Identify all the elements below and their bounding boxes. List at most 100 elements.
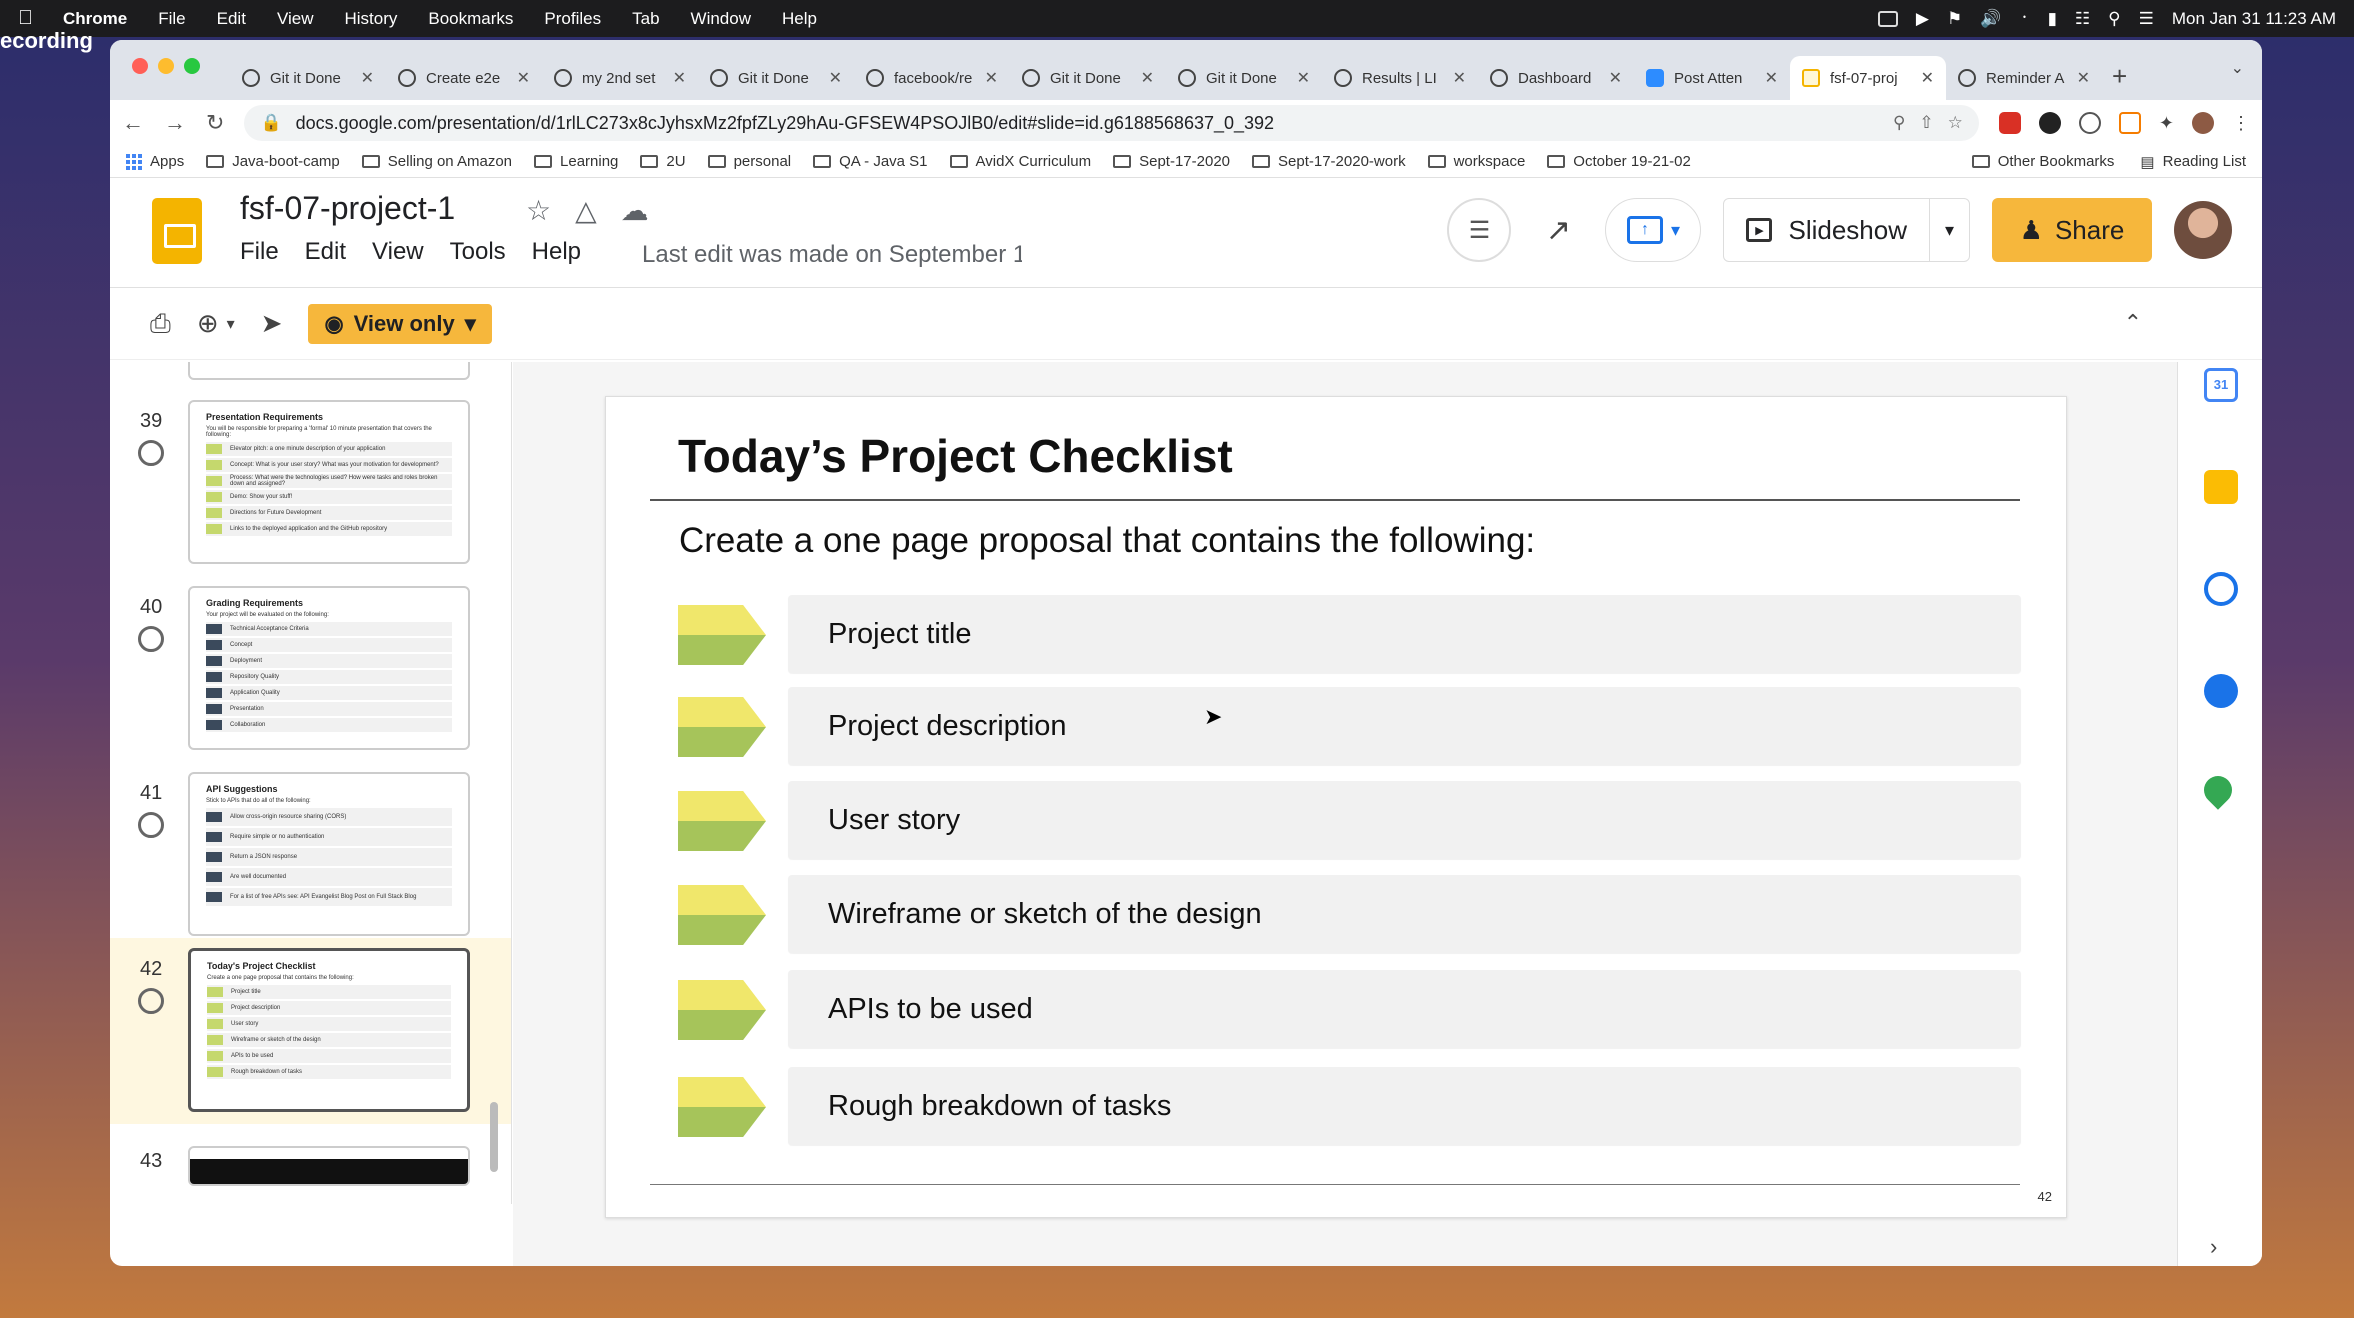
spotlight-icon[interactable]: ⚲ bbox=[2108, 9, 2120, 29]
slides-logo-icon[interactable] bbox=[152, 198, 202, 264]
menu-edit[interactable]: Edit bbox=[217, 9, 246, 29]
browser-tab[interactable]: Git it Done ✕ bbox=[1010, 56, 1166, 100]
close-tab-icon[interactable]: ✕ bbox=[1297, 68, 1310, 88]
current-slide[interactable]: Today’s Project Checklist Create a one p… bbox=[605, 396, 2067, 1218]
extension-icon[interactable] bbox=[1998, 112, 2021, 134]
menu-history[interactable]: History bbox=[344, 9, 397, 29]
slide-thumbnail[interactable]: Today's Project Checklist Create a one p… bbox=[188, 948, 470, 1112]
flag-icon[interactable]: ⚑ bbox=[1947, 9, 1962, 29]
battery-icon[interactable]: ▮ bbox=[2048, 9, 2057, 29]
profile-avatar[interactable] bbox=[2192, 112, 2214, 134]
account-avatar[interactable] bbox=[2174, 201, 2232, 259]
browser-tab[interactable]: Git it Done ✕ bbox=[1166, 56, 1322, 100]
browser-tab[interactable]: my 2nd set ✕ bbox=[542, 56, 698, 100]
menu-help[interactable]: Help bbox=[782, 9, 817, 29]
menu-window[interactable]: Window bbox=[691, 9, 751, 29]
star-icon[interactable]: ☆ bbox=[526, 194, 551, 227]
share-button[interactable]: ♟ Share bbox=[1992, 198, 2152, 262]
filmstrip-slide-42-selected[interactable]: 42 Today's Project Checklist Create a on… bbox=[110, 938, 511, 1124]
forward-icon[interactable]: → bbox=[164, 110, 186, 136]
bookmark-folder[interactable]: Selling on Amazon bbox=[361, 153, 512, 170]
slide-thumbnail[interactable]: API Suggestions Stick to APIs that do al… bbox=[188, 772, 470, 936]
extension-icon[interactable] bbox=[2078, 112, 2101, 134]
browser-tab[interactable]: Results | LI ✕ bbox=[1322, 56, 1478, 100]
screen-icon[interactable] bbox=[1877, 10, 1898, 27]
doc-menu-help[interactable]: Help bbox=[532, 238, 581, 266]
menu-profiles[interactable]: Profiles bbox=[544, 9, 601, 29]
bookmark-folder[interactable]: Sept-17-2020 bbox=[1113, 153, 1230, 170]
bluetooth-icon[interactable]: ᛫ bbox=[2019, 9, 2029, 29]
menu-file[interactable]: File bbox=[158, 9, 185, 29]
bookmark-folder[interactable]: QA - Java S1 bbox=[813, 153, 928, 170]
close-tab-icon[interactable]: ✕ bbox=[1921, 68, 1934, 88]
doc-menu-file[interactable]: File bbox=[240, 238, 279, 266]
tasks-icon[interactable] bbox=[2204, 572, 2238, 606]
browser-tab[interactable]: Post Atten ✕ bbox=[1634, 56, 1790, 100]
menu-tab[interactable]: Tab bbox=[632, 9, 659, 29]
browser-tab-active[interactable]: fsf-07-proj ✕ bbox=[1790, 56, 1946, 100]
browser-tab[interactable]: facebook/re ✕ bbox=[854, 56, 1010, 100]
slide-thumbnail[interactable] bbox=[188, 1146, 470, 1186]
filmstrip-slide-39[interactable]: 39 Presentation Requirements You will be… bbox=[110, 400, 511, 580]
menu-bookmarks[interactable]: Bookmarks bbox=[428, 9, 513, 29]
bookmark-folder[interactable]: Learning bbox=[534, 153, 618, 170]
bookmark-folder[interactable]: personal bbox=[707, 153, 791, 170]
linked-slide-icon[interactable] bbox=[138, 440, 164, 466]
menu-view[interactable]: View bbox=[277, 9, 314, 29]
comments-icon[interactable]: ☰ bbox=[1447, 198, 1512, 262]
close-tab-icon[interactable]: ✕ bbox=[361, 68, 374, 88]
filmstrip-slide-40[interactable]: 40 Grading Requirements Your project wil… bbox=[110, 586, 511, 766]
tab-search-chevron-icon[interactable]: ⌄ bbox=[2231, 58, 2244, 78]
zoom-dropdown-icon[interactable]: ▾ bbox=[227, 314, 235, 334]
linked-slide-icon[interactable] bbox=[138, 988, 164, 1014]
play-icon[interactable]: ▶ bbox=[1916, 9, 1929, 29]
select-cursor-icon[interactable]: ➤ bbox=[261, 308, 283, 339]
linked-slide-icon[interactable] bbox=[138, 812, 164, 838]
doc-menu-tools[interactable]: Tools bbox=[450, 238, 506, 266]
extension-icon[interactable] bbox=[2038, 112, 2061, 134]
close-tab-icon[interactable]: ✕ bbox=[985, 68, 998, 88]
kebab-menu-icon[interactable]: ⋮ bbox=[2232, 113, 2250, 134]
maps-icon[interactable] bbox=[2198, 770, 2238, 810]
browser-tab[interactable]: Git it Done ✕ bbox=[698, 56, 854, 100]
slide-thumbnail[interactable]: Grading Requirements Your project will b… bbox=[188, 586, 470, 750]
close-tab-icon[interactable]: ✕ bbox=[1609, 68, 1622, 88]
share-page-icon[interactable]: ⇧ bbox=[1919, 113, 1933, 133]
bookmark-folder[interactable]: Java-boot-camp bbox=[206, 153, 340, 170]
minimize-window-button[interactable] bbox=[158, 58, 174, 74]
browser-tab[interactable]: Dashboard ✕ bbox=[1478, 56, 1634, 100]
zoom-icon[interactable]: ⚲ bbox=[1893, 113, 1905, 133]
cloud-status-icon[interactable]: ☁ bbox=[621, 194, 649, 227]
apple-icon[interactable]:  bbox=[18, 7, 33, 30]
extension-icon[interactable] bbox=[2118, 112, 2141, 134]
filmstrip-slide-43[interactable]: 43 bbox=[110, 1140, 511, 1204]
slideshow-dropdown-icon[interactable]: ▾ bbox=[1929, 199, 1969, 261]
bookmark-folder[interactable]: Sept-17-2020-work bbox=[1252, 153, 1406, 170]
expand-panel-chevron-icon[interactable]: › bbox=[2210, 1234, 2217, 1260]
print-icon[interactable]: ⎙ bbox=[150, 308, 171, 340]
slide-thumbnail[interactable] bbox=[188, 362, 470, 380]
browser-tab[interactable]: Git it Done ✕ bbox=[230, 56, 386, 100]
close-tab-icon[interactable]: ✕ bbox=[829, 68, 842, 88]
slide-thumbnail[interactable]: Presentation Requirements You will be re… bbox=[188, 400, 470, 564]
present-to-meeting-button[interactable]: ↑ ▾ bbox=[1605, 198, 1702, 262]
move-to-drive-icon[interactable]: △ bbox=[575, 194, 597, 227]
browser-tab[interactable]: Reminder A ✕ bbox=[1946, 56, 2102, 100]
bookmark-apps[interactable]: Apps bbox=[126, 153, 184, 170]
zoom-icon[interactable]: ⊕ bbox=[197, 308, 219, 339]
new-tab-icon[interactable]: + bbox=[2112, 56, 2127, 100]
calendar-icon[interactable]: 31 bbox=[2204, 368, 2238, 402]
back-icon[interactable]: ← bbox=[122, 110, 144, 136]
last-edit-link[interactable]: Last edit was made on September 12, 2021… bbox=[642, 241, 1022, 269]
filmstrip-slide-partial[interactable] bbox=[110, 362, 511, 396]
close-tab-icon[interactable]: ✕ bbox=[2077, 68, 2090, 88]
control-center-icon[interactable]: ☰ bbox=[2139, 9, 2154, 29]
zoom-window-button[interactable] bbox=[184, 58, 200, 74]
activity-trend-icon[interactable]: ↗ bbox=[1533, 213, 1583, 248]
volume-icon[interactable]: 🔊 bbox=[1980, 9, 2001, 29]
bookmark-folder[interactable]: workspace bbox=[1427, 153, 1525, 170]
close-tab-icon[interactable]: ✕ bbox=[1141, 68, 1154, 88]
close-window-button[interactable] bbox=[132, 58, 148, 74]
other-bookmarks[interactable]: Other Bookmarks bbox=[1971, 153, 2114, 171]
bookmark-star-icon[interactable]: ☆ bbox=[1948, 113, 1963, 133]
